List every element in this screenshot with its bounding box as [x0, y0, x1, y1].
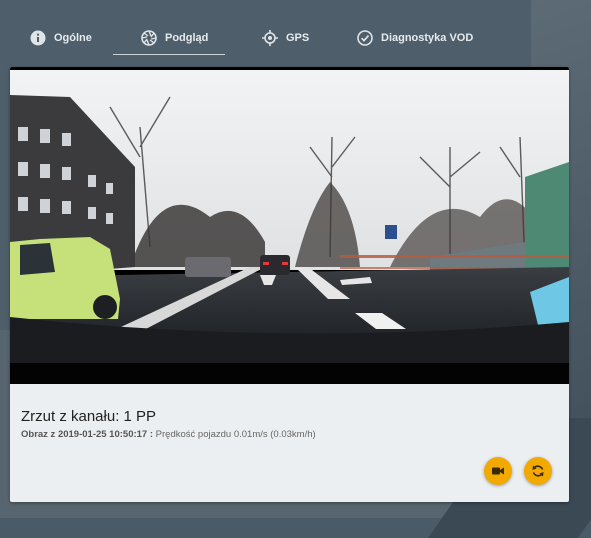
active-tab-indicator [113, 54, 225, 55]
video-camera-icon [492, 467, 504, 475]
aperture-icon [141, 30, 157, 46]
vehicle-speed: Prędkość pojazdu 0.01m/s (0.03km/h) [153, 429, 316, 440]
tab-bar: Ogólne Podgląd GPS Diagnostyka VOD [14, 22, 484, 56]
snapshot-timestamp: Obraz z 2019-01-25 10:50:17 : [21, 429, 154, 440]
tab-preview-label: Podgląd [165, 32, 209, 44]
check-circle-icon [357, 30, 373, 46]
record-button[interactable] [484, 457, 512, 485]
crosshair-icon [262, 30, 278, 46]
tab-preview[interactable]: Podgląd [141, 22, 208, 54]
refresh-button[interactable] [524, 457, 552, 485]
info-icon [30, 30, 46, 46]
tab-gps[interactable]: GPS [262, 22, 309, 54]
tab-general[interactable]: Ogólne [30, 22, 92, 54]
tab-diagnostics-label: Diagnostyka VOD [381, 32, 474, 44]
preview-card: Zrzut z kanału: 1 PP Obraz z 2019-01-25 … [10, 67, 569, 502]
tab-diagnostics[interactable]: Diagnostyka VOD [357, 22, 473, 54]
refresh-icon [532, 465, 544, 477]
tab-gps-label: GPS [286, 32, 310, 44]
tab-general-label: Ogólne [54, 32, 92, 44]
camera-snapshot [10, 67, 569, 384]
preview-title: Zrzut z kanału: 1 PP [21, 408, 157, 425]
snapshot-meta: Obraz z 2019-01-25 10:50:17 : Prędkość p… [21, 429, 316, 440]
